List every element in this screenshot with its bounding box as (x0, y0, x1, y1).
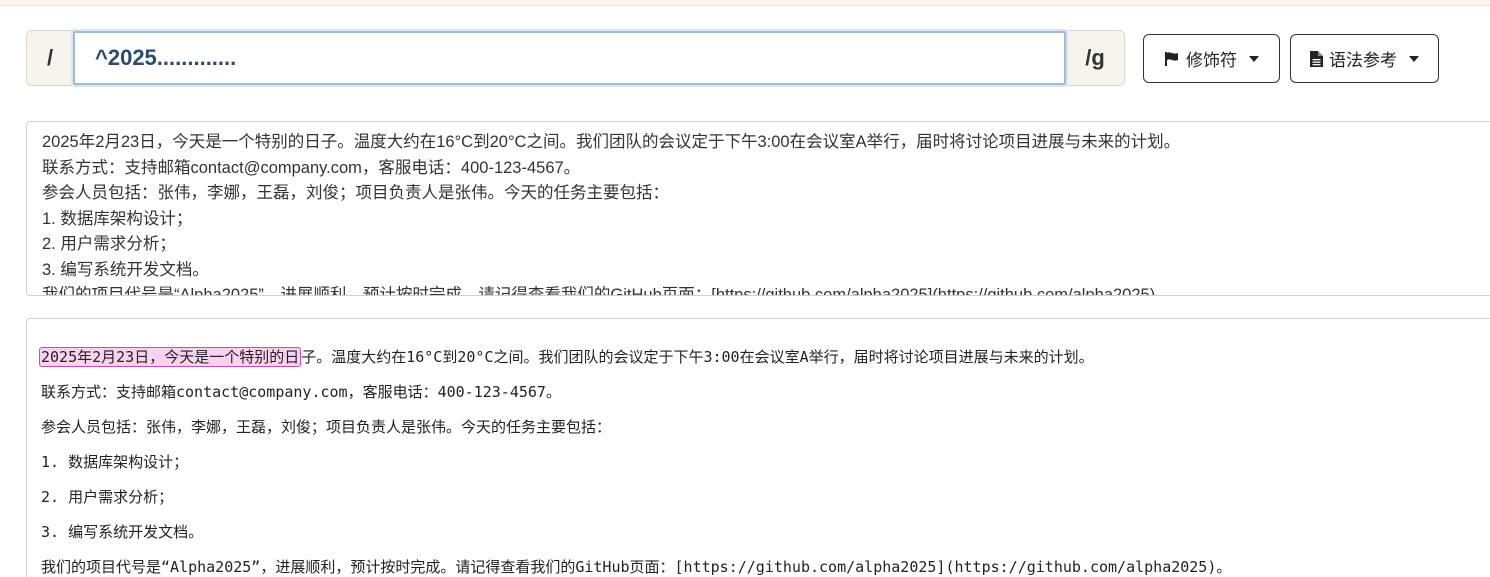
modifiers-dropdown-button[interactable]: 修饰符 (1143, 34, 1280, 83)
regex-input-group: / /g (26, 30, 1125, 86)
regex-prefix: / (46, 45, 54, 70)
source-line: 参会人员包括：张伟，李娜，王磊，刘俊；项目负责人是张伟。今天的任务主要包括： (42, 184, 669, 202)
source-line: 我们的项目代号是“Alpha2025”，进展顺利，预计按时完成。请记得查看我们的… (42, 286, 1172, 296)
result-line: 联系方式：支持邮箱contact@company.com，客服电话：400-12… (41, 383, 561, 401)
syntax-reference-label: 语法参考 (1329, 51, 1397, 70)
syntax-reference-dropdown-button[interactable]: 语法参考 (1290, 34, 1439, 83)
flag-icon (1164, 51, 1180, 67)
result-line: 1. 数据库架构设计； (41, 453, 189, 471)
source-line: 1. 数据库架构设计； (42, 209, 193, 228)
result-line: 3. 编写系统开发文档。 (41, 523, 204, 541)
source-text-area[interactable]: 2025年2月23日，今天是一个特别的日子。温度大约在16°C到20°C之间。我… (26, 121, 1490, 296)
result-text: 子。温度大约在16°C到20°C之间。我们团队的会议定于下午3:00在会议室A举… (301, 348, 1094, 366)
regex-input[interactable] (73, 31, 1066, 85)
source-line: 3. 编写系统开发文档。 (42, 260, 209, 279)
source-line: 2. 用户需求分析； (42, 235, 176, 253)
regex-match-highlight: 2025年2月23日，今天是一个特别的日 (39, 347, 302, 367)
chevron-down-icon (1249, 55, 1259, 62)
file-icon (1310, 50, 1323, 67)
result-line: 2025年2月23日，今天是一个特别的日 子。温度大约在16°C到20°C之间。我… (39, 340, 1490, 375)
result-line: 2. 用户需求分析； (41, 488, 174, 506)
result-line: 我们的项目代号是“Alpha2025”，进展顺利，预计按时完成。请记得查看我们的… (41, 558, 1232, 576)
source-line: 联系方式：支持邮箱contact@company.com，客服电话：400-12… (42, 158, 581, 177)
result-line: 参会人员包括：张伟，李娜，王磊，刘俊；项目负责人是张伟。今天的任务主要包括： (41, 418, 612, 436)
regex-flags-suffix: /g (1085, 45, 1105, 70)
match-result-area: 2025年2月23日，今天是一个特别的日 子。温度大约在16°C到20°C之间。我… (26, 318, 1490, 577)
source-line: 2025年2月23日，今天是一个特别的日子。温度大约在16°C到20°C之间。我… (42, 133, 1181, 151)
chevron-down-icon (1409, 55, 1419, 62)
top-border (0, 0, 1490, 6)
modifiers-label: 修饰符 (1186, 51, 1237, 70)
